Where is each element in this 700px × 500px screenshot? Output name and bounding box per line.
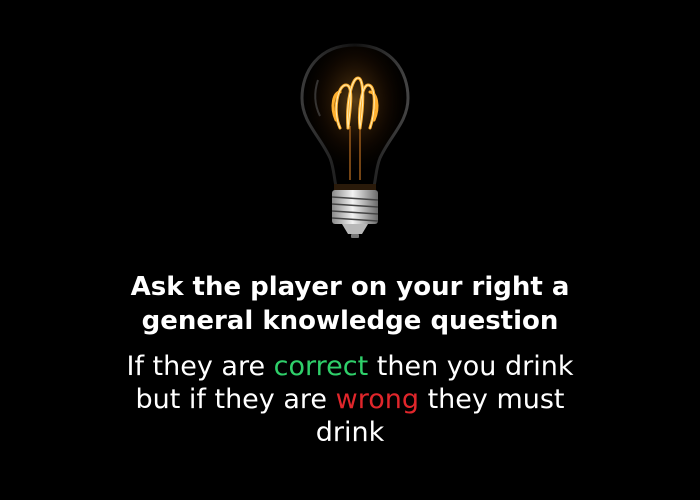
rule-line-3: drink xyxy=(315,417,385,448)
light-bulb-icon xyxy=(290,40,420,240)
prompt-line-1: Ask the player on your right a xyxy=(130,272,570,302)
game-card: Ask the player on your right a general k… xyxy=(0,0,700,500)
rule-line-1-prefix: If they are xyxy=(126,351,274,382)
question-prompt: Ask the player on your right a general k… xyxy=(0,270,700,338)
rule-line-2-suffix: they must xyxy=(418,384,565,415)
drinking-rules: If they are correct then you drink but i… xyxy=(0,350,700,449)
correct-word: correct xyxy=(273,351,369,382)
rule-line-2-prefix: but if they are xyxy=(135,384,336,415)
wrong-word: wrong xyxy=(335,384,419,415)
rule-line-2: but if they are wrong they must xyxy=(0,383,700,416)
prompt-line-2: general knowledge question xyxy=(141,306,559,336)
rule-line-1-suffix: then you drink xyxy=(368,351,574,382)
rule-line-1: If they are correct then you drink xyxy=(0,350,700,383)
